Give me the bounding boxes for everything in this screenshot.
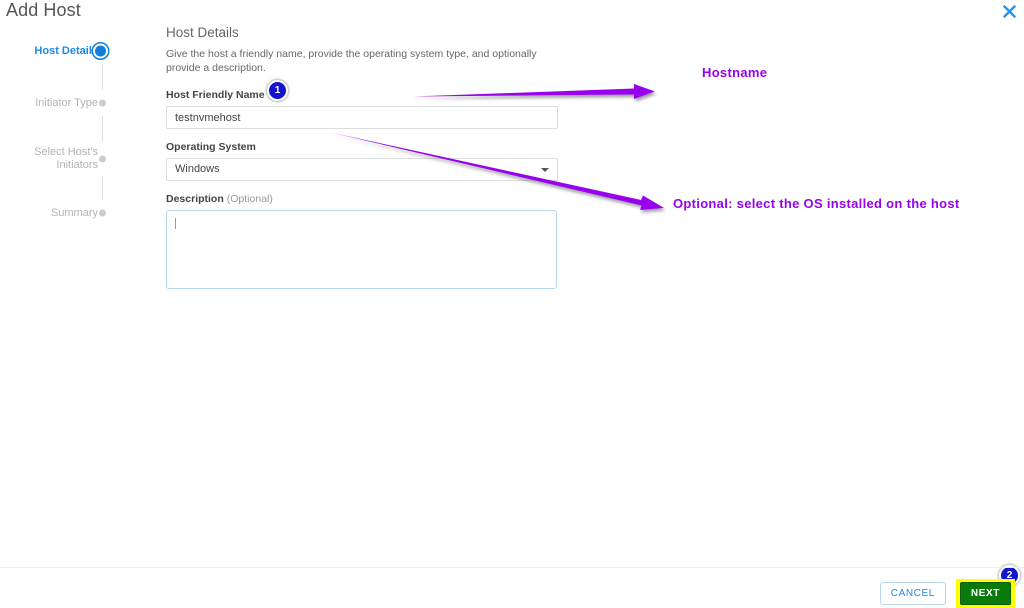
annotation-operating-system-label: Optional: select the OS installed on the… xyxy=(673,196,960,211)
step-badge-1: 1 xyxy=(267,80,288,101)
footer-divider xyxy=(0,567,1024,568)
operating-system-label: Operating System xyxy=(166,141,256,153)
next-button[interactable]: NEXT xyxy=(959,582,1011,605)
description-optional-tag: (Optional) xyxy=(226,193,273,205)
description-label-text: Description xyxy=(166,193,224,205)
wizard-stepper: Host Details Initiator Type Select Host'… xyxy=(0,38,112,226)
step-connector-line xyxy=(101,176,103,200)
description-label: Description (Optional) xyxy=(166,193,558,206)
panel-heading: Host Details xyxy=(166,25,239,40)
host-friendly-name-input[interactable] xyxy=(166,106,558,129)
step-indicator-dot xyxy=(95,45,106,57)
step-indicator-dot xyxy=(99,155,106,163)
sidebar-item-initiator-type[interactable]: Initiator Type xyxy=(0,90,112,116)
step-connector-line xyxy=(101,64,103,90)
cancel-button[interactable]: CANCEL xyxy=(879,582,946,605)
close-icon[interactable] xyxy=(999,1,1019,21)
annotation-hostname-label: Hostname xyxy=(702,65,768,80)
sidebar-item-host-details[interactable]: Host Details xyxy=(0,38,112,64)
step-indicator-dot xyxy=(99,209,106,217)
step-indicator-dot xyxy=(99,99,106,107)
step-connector-line xyxy=(101,116,103,142)
page-title: Add Host xyxy=(6,0,81,20)
host-details-panel: Host Details Give the host a friendly na… xyxy=(166,25,558,289)
sidebar-item-summary[interactable]: Summary xyxy=(0,200,112,226)
text-cursor xyxy=(175,218,176,229)
sidebar-item-select-hosts-initiators[interactable]: Select Host's Initiators xyxy=(0,142,112,176)
host-name-label: Host Friendly Name xyxy=(166,89,265,101)
next-button-highlight: NEXT xyxy=(955,579,1015,608)
description-textarea[interactable] xyxy=(166,210,557,289)
footer-actions: CANCEL NEXT xyxy=(879,579,1015,608)
operating-system-select[interactable]: Windows xyxy=(166,158,558,181)
operating-system-select-wrapper: Windows xyxy=(166,158,558,181)
panel-description: Give the host a friendly name, provide t… xyxy=(166,48,537,74)
